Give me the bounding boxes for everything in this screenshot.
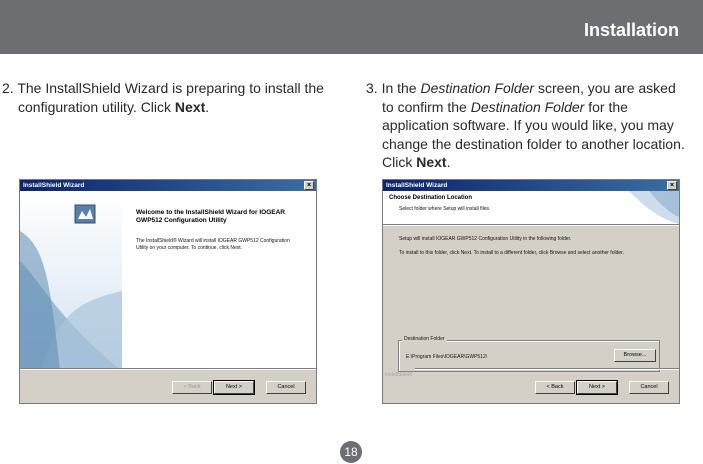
wizard-content: Welcome to the InstallShield Wizard for … — [122, 191, 316, 369]
step-2-line-1: 2. The InstallShield Wizard is preparing… — [2, 80, 324, 96]
destination-folder-legend: Destination Folder — [402, 336, 447, 342]
step-3-line-1: 3. In the Destination Folder screen, you… — [366, 79, 685, 98]
step-3-l1-post: screen, you are asked — [534, 80, 676, 96]
step-3-l1-italic: Destination Folder — [420, 80, 535, 96]
change-folder-instructions: To install to this folder, click Next. T… — [399, 250, 624, 256]
step-3-line-4: change the destination folder to another… — [382, 135, 685, 152]
page-header-bar: Installation — [0, 0, 703, 54]
step-3-line-2: to confirm the Destination Folder for th… — [366, 98, 685, 117]
cancel-button[interactable]: Cancel — [266, 381, 306, 394]
step-3-l1-pre: 3. In the — [366, 80, 421, 96]
back-button[interactable]: < Back — [535, 381, 575, 394]
step-3-l5-post: . — [446, 154, 451, 170]
header-swoosh-graphic — [629, 191, 679, 224]
step-3-l2-italic: Destination Folder — [470, 98, 585, 115]
wizard-body: Choose Destination Location Select folde… — [383, 191, 679, 403]
welcome-description: The InstallShield® Wizard will install I… — [136, 238, 290, 251]
cancel-button[interactable]: Cancel — [629, 381, 669, 394]
wizard-separator — [20, 368, 316, 370]
wizard-titlebar: InstallShield Wizard × — [20, 180, 316, 191]
step-2-text: 2. The InstallShield Wizard is preparing… — [2, 79, 324, 116]
wizard-title: InstallShield Wizard — [23, 182, 85, 189]
wizard-titlebar: InstallShield Wizard × — [383, 180, 679, 191]
wizard-separator — [415, 368, 679, 370]
close-icon[interactable]: × — [304, 181, 314, 190]
step-3-next-keyword: Next — [416, 154, 447, 170]
back-button[interactable]: < Back — [172, 381, 212, 394]
wizard-title: InstallShield Wizard — [386, 182, 448, 189]
section-title: Installation — [583, 20, 679, 40]
next-button[interactable]: Next > — [213, 380, 255, 395]
close-icon[interactable]: × — [667, 181, 677, 190]
page-number-badge: 18 — [340, 441, 362, 463]
header-separator — [383, 224, 679, 226]
step-2-next-keyword: Next — [174, 98, 206, 115]
step-2-line-2: configuration utility. Click Next. — [2, 98, 324, 117]
destination-heading: Choose Destination Location — [389, 195, 473, 201]
step-3-line-3: application software. If you would like,… — [382, 117, 674, 133]
next-button[interactable]: Next > — [576, 380, 618, 395]
step-3-l2-post: for the — [584, 98, 628, 115]
welcome-wizard-screenshot: InstallShield Wizard × Welcome to the In… — [19, 179, 317, 404]
welcome-heading: Welcome to the InstallShield Wizard for … — [136, 209, 285, 224]
destination-subheading: Select folder where Setup will install f… — [399, 206, 491, 212]
step-3-l5-pre: Click — [382, 154, 417, 170]
browse-button[interactable]: Browse... — [614, 349, 656, 362]
step-3-l2-pre: to confirm the — [382, 98, 471, 115]
wizard-header-panel: Choose Destination Location Select folde… — [383, 191, 679, 224]
installshield-label: InstallShield — [385, 372, 412, 378]
sail-illustration — [20, 204, 122, 369]
install-location-text: Setup will install IOGEAR GWP512 Configu… — [399, 236, 572, 242]
step-2-line-2-text: configuration utility. Click — [18, 98, 175, 115]
wizard-side-graphic — [20, 191, 122, 369]
step-2-period: . — [205, 98, 210, 115]
step-3-line-5: Click Next. — [366, 153, 685, 172]
destination-folder-path: E:\Program Files\IOGEAR\GWP512\ — [406, 354, 488, 360]
destination-wizard-screenshot: InstallShield Wizard × Choose Destinatio… — [382, 179, 680, 404]
step-3-text: 3. In the Destination Folder screen, you… — [366, 79, 685, 172]
wizard-body: Welcome to the InstallShield Wizard for … — [20, 191, 316, 403]
